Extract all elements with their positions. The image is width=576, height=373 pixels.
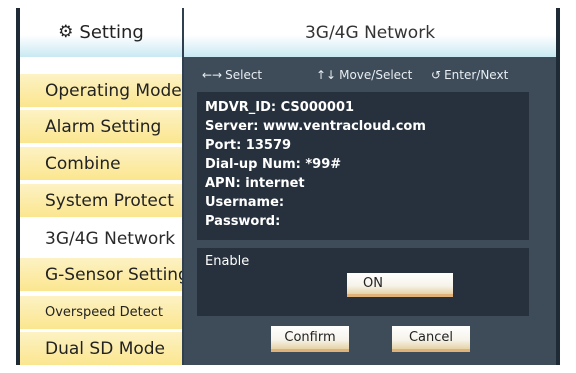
confirm-button[interactable]: Confirm [271, 326, 349, 352]
server-line: Server: www.ventracloud.com [205, 119, 426, 134]
enable-label: Enable [205, 254, 250, 269]
password-line: Password: [205, 214, 281, 229]
enable-panel: Enable ON [197, 248, 529, 316]
port-line: Port: 13579 [205, 138, 292, 153]
left-border [16, 8, 20, 365]
up-down-arrows-icon: ↑↓ [316, 68, 337, 82]
enter-return-icon: ↺ [431, 68, 442, 82]
sidebar-item-alarm-setting[interactable]: Alarm Setting [20, 110, 182, 145]
sidebar-title: Setting [79, 22, 144, 43]
left-right-arrows-icon: ←→ [202, 68, 223, 82]
page-title: 3G/4G Network [304, 22, 436, 43]
hint-select-label: Select [225, 68, 263, 82]
username-line: Username: [205, 195, 285, 210]
hint-enter-label: Enter/Next [444, 68, 509, 82]
sidebar-item-system-protect[interactable]: System Protect [20, 184, 182, 219]
sidebar-item-combine[interactable]: Combine [20, 147, 182, 182]
mdvr-id-line: MDVR_ID: CS000001 [205, 100, 355, 115]
sidebar-header: ⚙ Setting [20, 8, 182, 57]
sidebar-item-3g4g-network[interactable]: 3G/4G Network [20, 222, 182, 257]
gear-icon: ⚙ [58, 22, 74, 42]
enable-toggle[interactable]: ON [347, 273, 453, 297]
main-header: 3G/4G Network [184, 8, 556, 57]
main-panel: 3G/4G Network ←→ Select ↑↓ Move/Select ↺ En… [184, 8, 556, 365]
sidebar-item-g-sensor-setting[interactable]: G-Sensor Setting [20, 258, 189, 293]
cancel-button[interactable]: Cancel [392, 326, 470, 352]
key-hints: ←→ Select ↑↓ Move/Select ↺ Enter/Next [184, 68, 556, 86]
hint-enter: ↺ Enter/Next [431, 68, 508, 82]
sidebar-item-overspeed-detect[interactable]: Overspeed Detect [20, 296, 182, 331]
hint-select: ←→ Select [202, 68, 262, 82]
sidebar: ⚙ Setting Operating Mode Alarm Setting C… [20, 8, 189, 367]
sidebar-item-dual-sd-mode[interactable]: Dual SD Mode [20, 332, 182, 367]
network-info-panel: MDVR_ID: CS000001 Server: www.ventraclou… [197, 92, 529, 240]
hint-move: ↑↓ Move/Select [316, 68, 412, 82]
dialup-line: Dial-up Num: *99# [205, 157, 342, 172]
sidebar-item-operating-mode[interactable]: Operating Mode [20, 74, 182, 109]
hint-move-label: Move/Select [339, 68, 413, 82]
apn-line: APN: internet [205, 176, 305, 191]
right-border [556, 8, 560, 365]
